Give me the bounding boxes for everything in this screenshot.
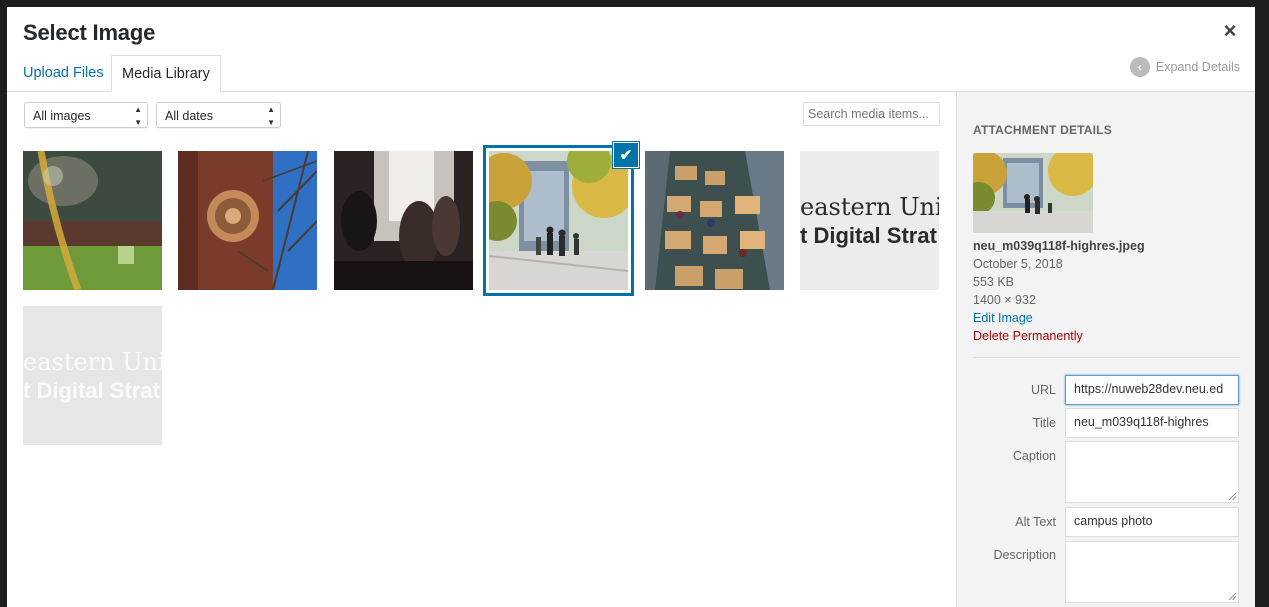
attachment-date: October 5, 2018 bbox=[973, 257, 1063, 271]
media-item-logo-text-1[interactable]: eastern Uni t Digital Strat bbox=[800, 151, 939, 290]
media-grid: ✔ eastern Uni t Digital Strat eastern Un… bbox=[7, 7, 956, 607]
attachment-thumbnail bbox=[973, 153, 1093, 233]
campus-walkway-autumn-photo bbox=[973, 153, 1093, 233]
logo-text-line-1: eastern Uni bbox=[23, 348, 162, 376]
attachment-details-heading: ATTACHMENT DETAILS bbox=[973, 123, 1112, 137]
campus-walkway-autumn-photo bbox=[489, 151, 628, 290]
attachment-size: 553 KB bbox=[973, 275, 1015, 289]
resize-grip-icon[interactable] bbox=[1229, 593, 1236, 600]
description-label: Description bbox=[993, 548, 1056, 562]
logo-text-line-2: t Digital Strat bbox=[800, 223, 938, 248]
close-icon[interactable]: × bbox=[1219, 20, 1241, 42]
expand-details-button[interactable]: ‹ Expand Details bbox=[1129, 57, 1240, 77]
logo-text-image-2: eastern Uni t Digital Strat bbox=[23, 306, 162, 445]
title-field[interactable]: neu_m039q118f-highres bbox=[1065, 408, 1239, 438]
logo-text-line-2: t Digital Strat bbox=[23, 378, 161, 403]
edit-image-link[interactable]: Edit Image bbox=[973, 311, 1033, 325]
caption-label: Caption bbox=[1012, 449, 1056, 463]
resize-grip-icon[interactable] bbox=[1229, 493, 1236, 500]
alt-text-field[interactable]: campus photo bbox=[1065, 507, 1239, 537]
campus-lawn-photo bbox=[23, 151, 162, 290]
media-item-campus-lawn[interactable] bbox=[23, 151, 162, 290]
checkmark-icon[interactable]: ✔ bbox=[614, 143, 638, 167]
attachment-dimensions: 1400 × 932 bbox=[973, 293, 1036, 307]
media-item-library[interactable] bbox=[645, 151, 784, 290]
media-item-campus-walkway[interactable] bbox=[489, 151, 628, 290]
attachment-filename: neu_m039q118f-highres.jpeg bbox=[973, 239, 1145, 253]
description-field[interactable] bbox=[1065, 541, 1239, 603]
logo-text-line-1: eastern Uni bbox=[800, 193, 939, 221]
expand-details-label: Expand Details bbox=[1155, 60, 1240, 74]
title-label: Title bbox=[1032, 416, 1056, 430]
url-label: URL bbox=[1030, 383, 1056, 397]
chevron-left-icon: ‹ bbox=[1129, 57, 1150, 77]
media-item-logo-text-2[interactable]: eastern Uni t Digital Strat bbox=[23, 306, 162, 445]
media-item-brick-building[interactable] bbox=[178, 151, 317, 290]
attachment-details-sidebar: ATTACHMENT DETAILS neu_m039q118f-highres… bbox=[956, 92, 1255, 607]
library-study-area-photo bbox=[645, 151, 784, 290]
brick-building-seal-photo bbox=[178, 151, 317, 290]
url-field[interactable]: https://nuweb28dev.neu.ed bbox=[1065, 375, 1239, 405]
divider bbox=[973, 357, 1240, 358]
delete-permanently-link[interactable]: Delete Permanently bbox=[973, 329, 1083, 343]
select-image-modal: Select Image × Upload Files Media Librar… bbox=[7, 7, 1255, 607]
caption-field[interactable] bbox=[1065, 441, 1239, 503]
silhouettes-window-photo bbox=[334, 151, 473, 290]
logo-text-image-1: eastern Uni t Digital Strat bbox=[800, 151, 939, 290]
media-item-silhouettes[interactable] bbox=[334, 151, 473, 290]
alt-text-label: Alt Text bbox=[1015, 515, 1056, 529]
